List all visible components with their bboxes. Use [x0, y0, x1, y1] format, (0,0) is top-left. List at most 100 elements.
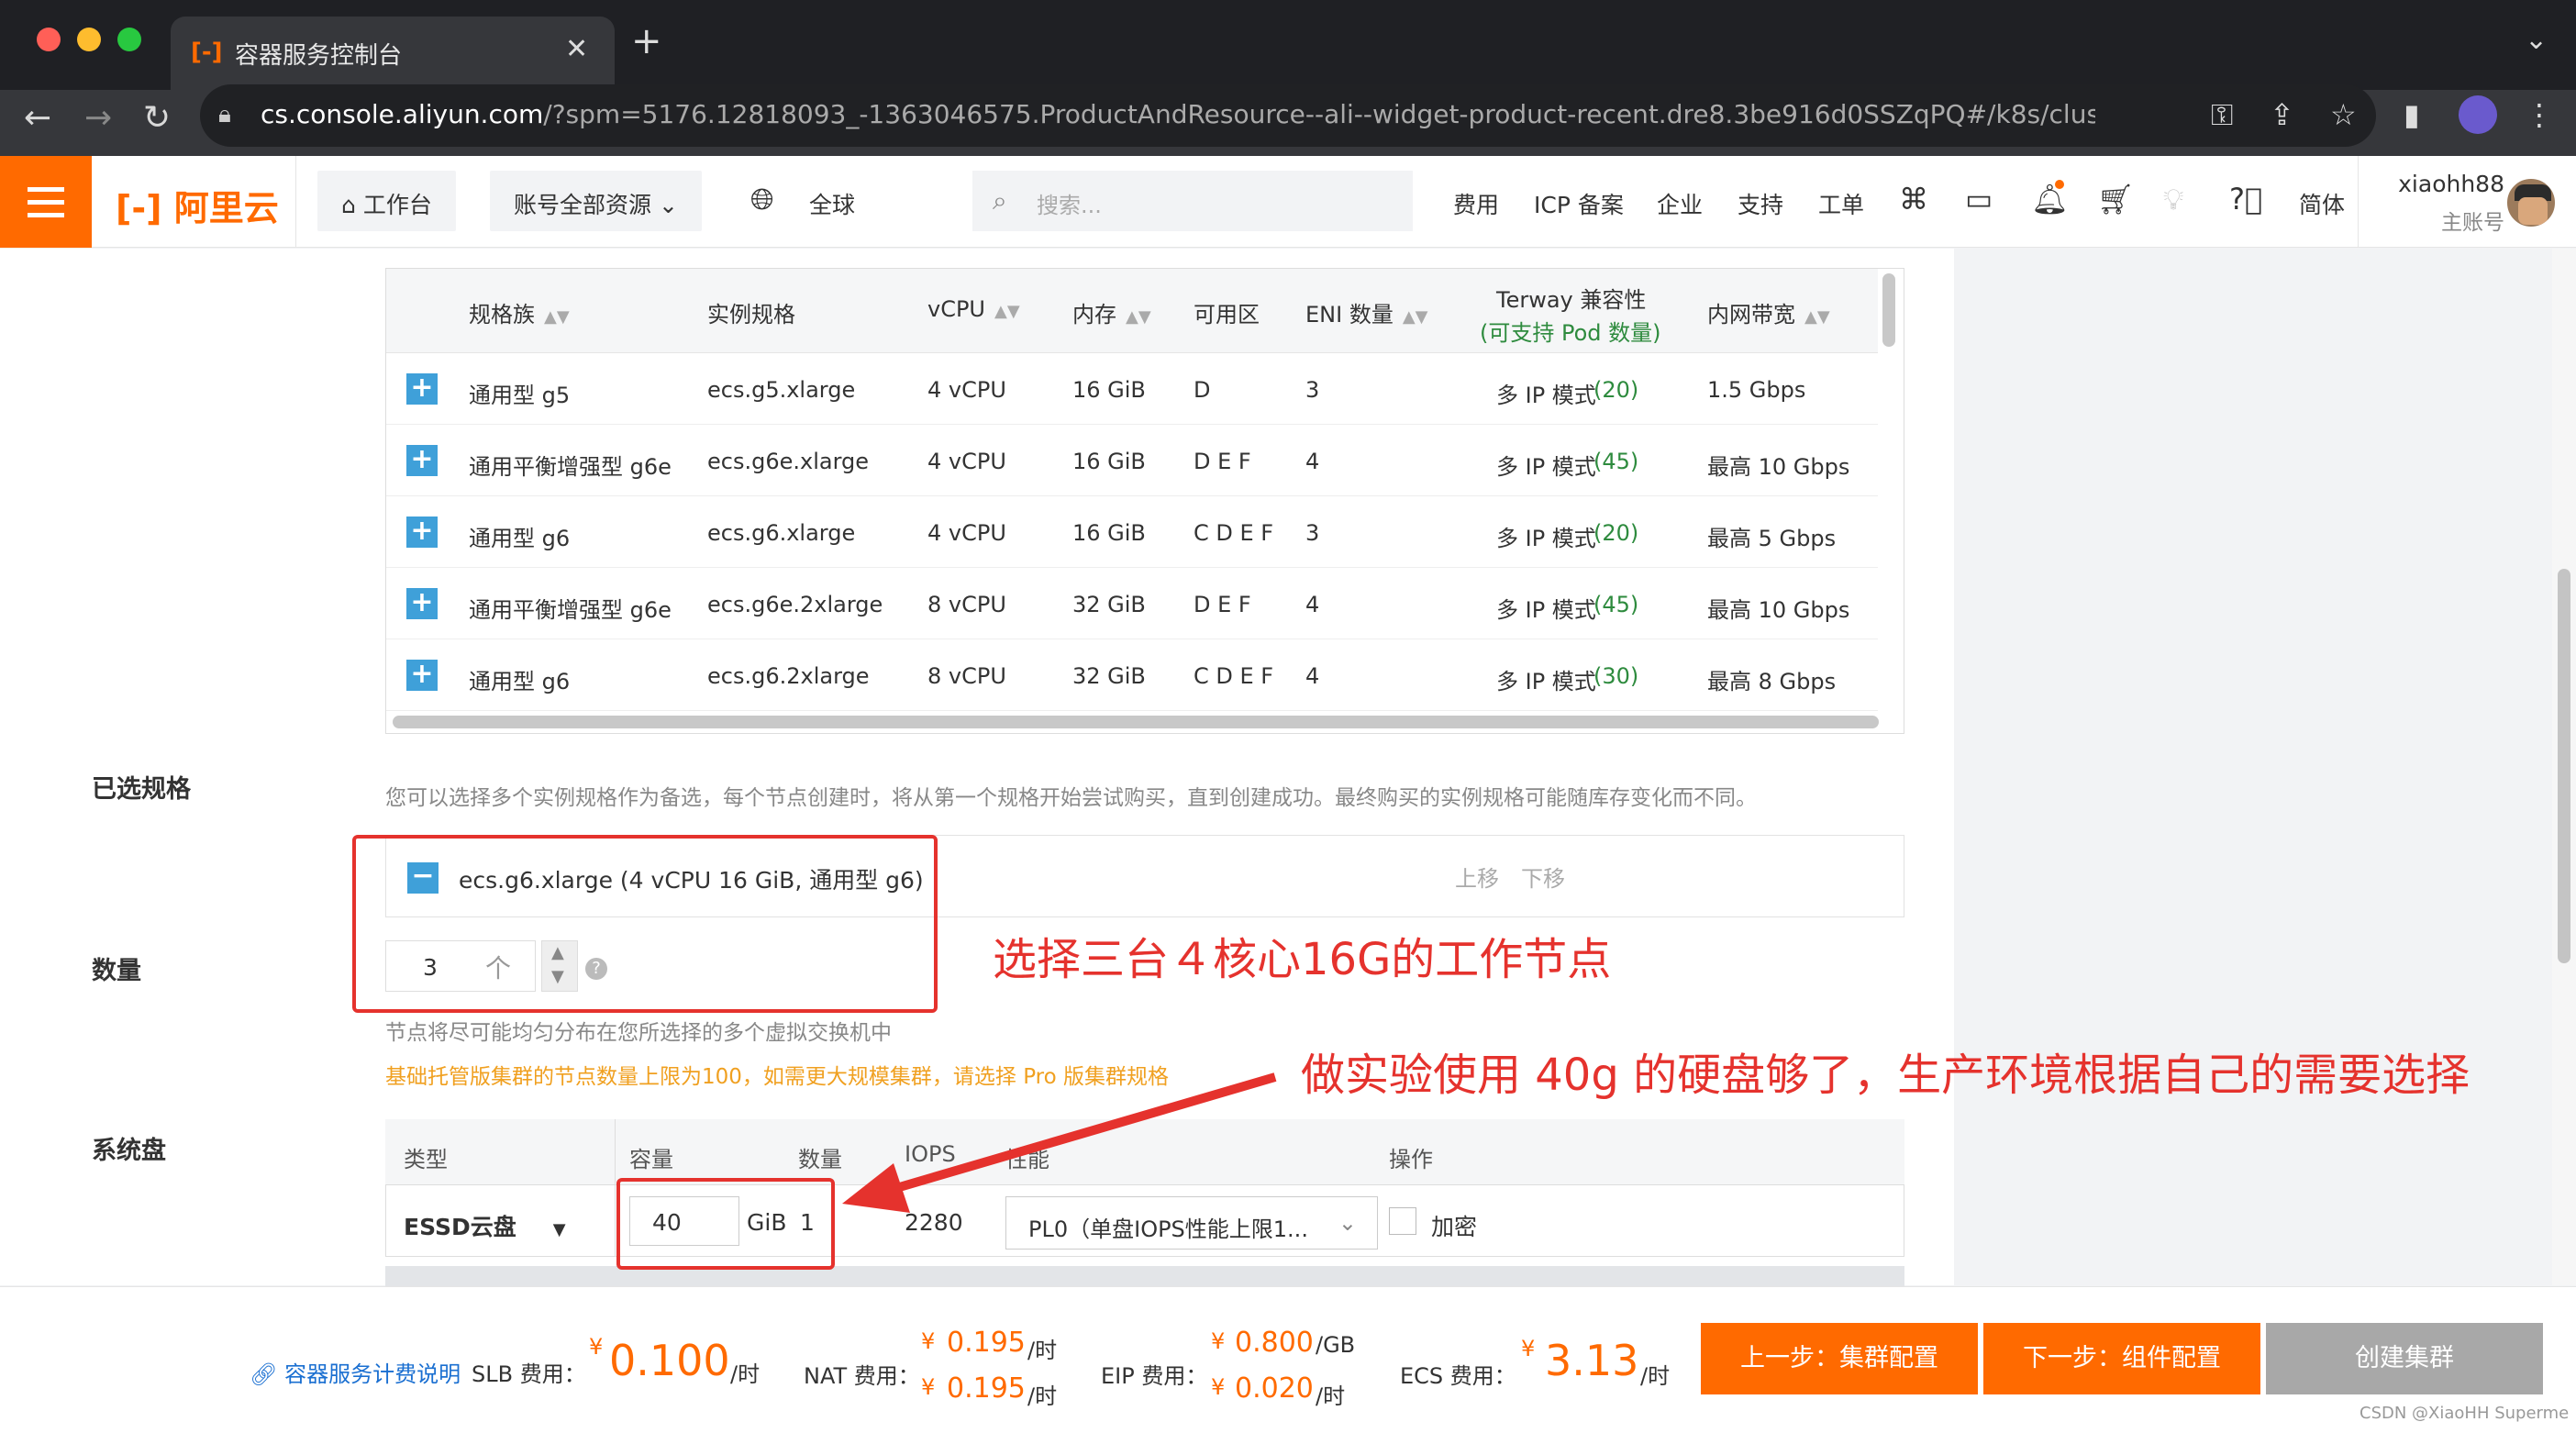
tab-close-icon[interactable]: ✕: [565, 33, 588, 65]
address-bar[interactable]: 🔒︎ cs.console.aliyun.com/?spm=5176.12818…: [200, 84, 2376, 147]
cell-pods: (45): [1593, 449, 1639, 474]
cell-family: 通用型 g5: [469, 383, 571, 408]
back-icon[interactable]: ←: [24, 99, 51, 137]
share-icon[interactable]: ⇪: [2270, 97, 2294, 132]
encrypt-label: 加密: [1431, 1214, 1478, 1240]
nav-divider: [2358, 156, 2359, 248]
cell-family: 通用平衡增强型 g6e: [469, 597, 672, 623]
lightbulb-icon[interactable]: 💡︎: [2163, 182, 2183, 217]
cart-icon[interactable]: 🛒︎: [2097, 182, 2135, 217]
table-row[interactable]: + 通用型 g6 ecs.g6.2xlarge 8 vCPU 32 GiB C D E F…: [386, 639, 1878, 711]
chevron-down-icon: ⌄: [1338, 1210, 1357, 1236]
next-step-button[interactable]: 下一步：组件配置: [1983, 1323, 2260, 1394]
notification-dot: [2055, 180, 2064, 189]
cell-spec: ecs.g6e.2xlarge: [707, 592, 883, 617]
cell-terway: 多 IP 模式: [1496, 454, 1596, 480]
tab-list-chevron-icon[interactable]: ⌄: [2525, 24, 2548, 56]
forward-icon[interactable]: →: [84, 99, 112, 137]
cell-zone: C D E F: [1194, 520, 1274, 546]
currency: ¥: [1521, 1336, 1536, 1361]
workbench-button[interactable]: ⌂ 工作台: [317, 171, 456, 231]
cell-bandwidth: 最高 8 Gbps: [1707, 669, 1837, 694]
right-gutter: [1954, 249, 2554, 1285]
currency: ¥: [921, 1374, 936, 1400]
cell-zone: D E F: [1194, 449, 1251, 474]
table-hscroll-thumb[interactable]: [393, 716, 1879, 728]
th-terway: Terway 兼容性: [1496, 287, 1647, 313]
reload-icon[interactable]: ↻: [143, 99, 171, 137]
add-spec-icon[interactable]: +: [406, 588, 438, 619]
profile-icon[interactable]: [2459, 95, 2497, 134]
browser-tab[interactable]: [-] 容器服务控制台 ✕: [171, 17, 615, 90]
sidebar-icon[interactable]: ▮: [2404, 97, 2420, 132]
move-down-button[interactable]: 下移: [1521, 861, 1565, 893]
nav-link-fees[interactable]: 费用: [1453, 187, 1499, 220]
nav-link-ticket[interactable]: 工单: [1818, 187, 1864, 220]
cell-zone: D: [1194, 377, 1211, 403]
cell-bandwidth: 1.5 Gbps: [1707, 377, 1806, 403]
th-memory[interactable]: 内存 ▲▼: [1072, 296, 1151, 328]
sort-icon: ▲▼: [1804, 307, 1830, 327]
table-header: 规格族 ▲▼ 实例规格 vCPU ▲▼ 内存 ▲▼ 可用区 ENI 数量 ▲▼ Terw…: [386, 269, 1878, 353]
encrypt-checkbox[interactable]: [1389, 1207, 1416, 1235]
nat-price-1: 0.195: [947, 1327, 1026, 1359]
th-vcpu[interactable]: vCPU ▲▼: [927, 296, 1020, 322]
bookmark-star-icon[interactable]: ☆: [2330, 97, 2357, 132]
annotation-arrow: [842, 1072, 1277, 1213]
cloud-shell-icon[interactable]: ⌘: [1899, 182, 1928, 217]
cell-pods: (20): [1593, 377, 1639, 403]
annotation-text-disk: 做实验使用 40g 的硬盘够了，生产环境根据自己的需要选择: [1301, 1050, 2471, 1101]
unit-per-hour: /时: [730, 1361, 761, 1387]
ecs-price: 3.13: [1545, 1336, 1639, 1385]
search-input[interactable]: ⌕ 搜索...: [972, 171, 1413, 231]
th-eni[interactable]: ENI 数量 ▲▼: [1305, 296, 1428, 328]
add-spec-icon[interactable]: +: [406, 660, 438, 691]
th-family[interactable]: 规格族 ▲▼: [469, 296, 570, 328]
key-icon[interactable]: ⚿: [2211, 97, 2233, 133]
add-spec-icon[interactable]: +: [406, 517, 438, 548]
language-switch[interactable]: 简体: [2299, 187, 2345, 220]
menu-hamburger-icon[interactable]: [0, 156, 92, 248]
window-minimize-dot[interactable]: [77, 28, 101, 51]
pricing-link[interactable]: 🔗︎ 容器服务计费说明: [250, 1356, 461, 1388]
terminal-icon[interactable]: ▭: [1965, 182, 1993, 217]
aliyun-logo[interactable]: [-] 阿里云: [116, 180, 279, 230]
page-scrollbar-thumb[interactable]: [2558, 569, 2570, 963]
currency: ¥: [1211, 1374, 1226, 1400]
create-cluster-button[interactable]: 创建集群: [2266, 1323, 2543, 1394]
nav-link-icp[interactable]: ICP 备案: [1534, 187, 1624, 220]
cell-eni: 4: [1305, 592, 1320, 617]
table-row[interactable]: + 通用型 g6 ecs.g6.xlarge 4 vCPU 16 GiB C D E F 3…: [386, 496, 1878, 568]
window-zoom-dot[interactable]: [117, 28, 141, 51]
disk-type-select[interactable]: ESSD云盘 ▼: [404, 1209, 566, 1242]
nav-link-support[interactable]: 支持: [1738, 187, 1783, 220]
region-selector[interactable]: 全球: [809, 187, 855, 220]
cell-pods: (30): [1593, 663, 1639, 689]
cell-family: 通用型 g6: [469, 669, 571, 694]
cell-pods: (45): [1593, 592, 1639, 617]
resources-dropdown[interactable]: 账号全部资源 ⌄: [490, 171, 702, 231]
column-divider: [615, 1119, 616, 1257]
help-icon[interactable]: ?⃝: [2229, 182, 2262, 217]
th-disk-capacity: 容量: [629, 1147, 673, 1172]
cell-spec: ecs.g6.2xlarge: [707, 663, 870, 689]
more-menu-icon[interactable]: ⋮: [2525, 97, 2554, 132]
nav-link-enterprise[interactable]: 企业: [1657, 187, 1703, 220]
move-up-button[interactable]: 上移: [1455, 861, 1499, 893]
table-row[interactable]: + 通用平衡增强型 g6e ecs.g6e.xlarge 4 vCPU 16 GiB D …: [386, 425, 1878, 496]
user-menu[interactable]: xiaohh88 主账号: [2385, 171, 2504, 236]
new-tab-icon[interactable]: +: [631, 20, 662, 62]
table-row[interactable]: + 通用型 g5 ecs.g5.xlarge 4 vCPU 16 GiB D 3 多 IP 模…: [386, 353, 1878, 425]
window-close-dot[interactable]: [37, 28, 61, 51]
avatar[interactable]: [2504, 176, 2558, 229]
th-bandwidth[interactable]: 内网带宽 ▲▼: [1707, 296, 1830, 328]
table-row[interactable]: + 通用平衡增强型 g6e ecs.g6e.2xlarge 8 vCPU 32 GiB D…: [386, 568, 1878, 639]
url-text: cs.console.aliyun.com/?spm=5176.12818093…: [261, 99, 2095, 129]
sort-icon: ▲▼: [1126, 307, 1151, 327]
disk-table-footer: [385, 1266, 1904, 1286]
add-spec-icon[interactable]: +: [406, 373, 438, 405]
prev-step-button[interactable]: 上一步：集群配置: [1701, 1323, 1978, 1394]
table-vscroll-thumb[interactable]: [1882, 273, 1895, 347]
caret-down-icon: ▼: [552, 1220, 566, 1239]
add-spec-icon[interactable]: +: [406, 445, 438, 476]
